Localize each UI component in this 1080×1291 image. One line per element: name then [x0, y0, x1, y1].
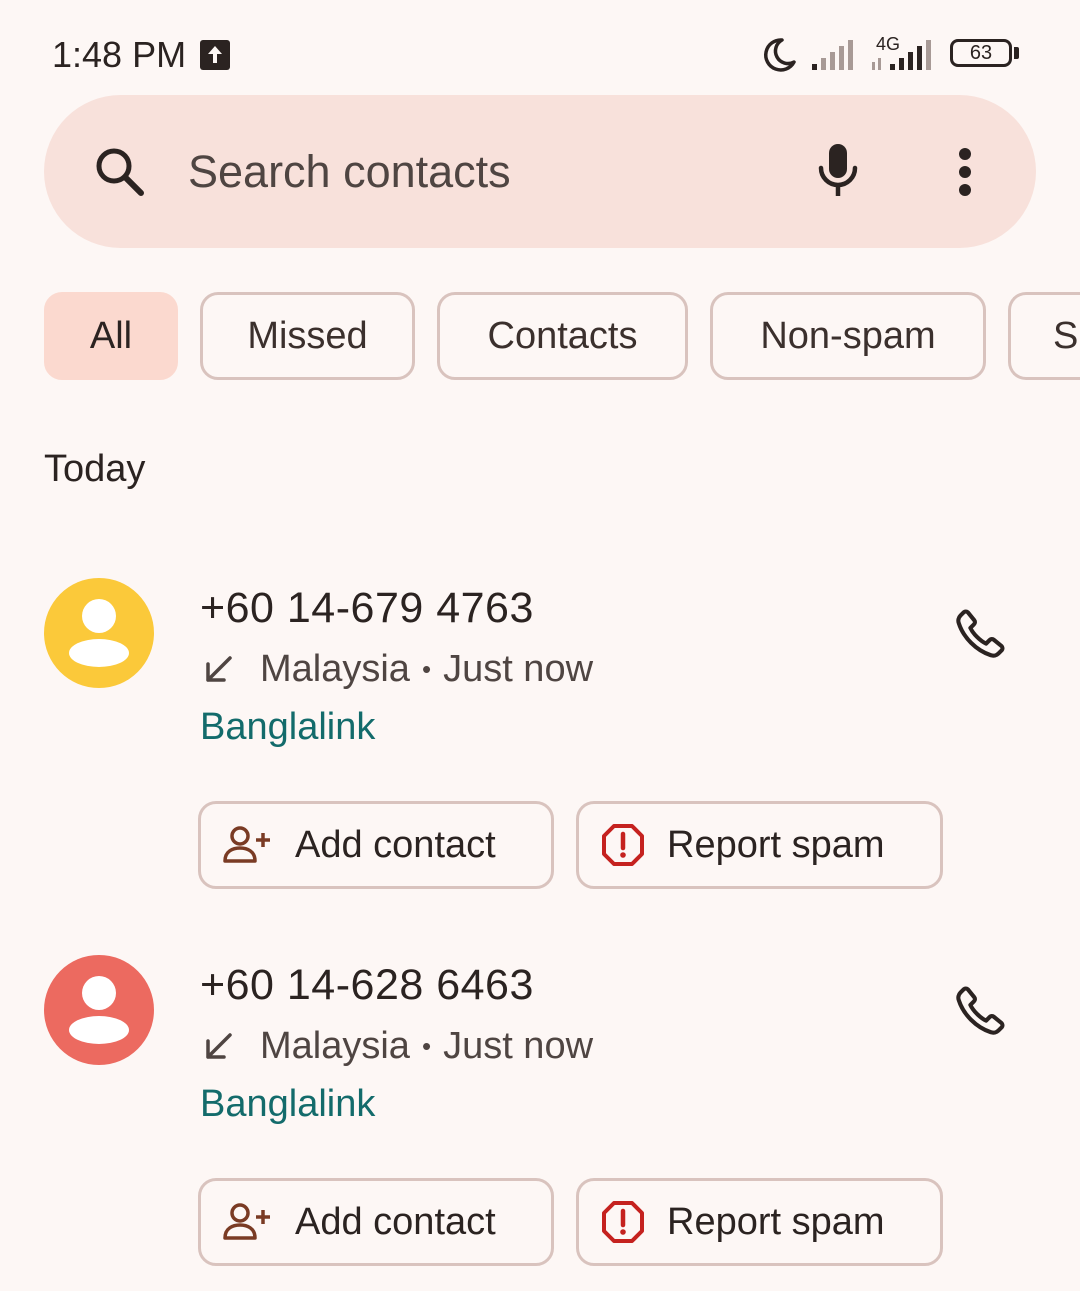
call-time: Just now — [443, 1025, 594, 1067]
report-spam-icon — [601, 823, 645, 867]
report-spam-button[interactable]: Report spam — [576, 1178, 943, 1266]
status-time: 1:48 PM — [52, 34, 187, 75]
add-person-icon — [223, 1202, 273, 1242]
filter-chip-non-spam[interactable]: Non-spam — [710, 292, 986, 380]
call-number: +60 14-628 6463 — [200, 961, 534, 1009]
battery-indicator: 63 — [950, 39, 1012, 67]
report-spam-label: Report spam — [667, 823, 885, 866]
add-contact-button[interactable]: Add contact — [198, 1178, 554, 1266]
incoming-call-icon — [200, 652, 236, 688]
upload-notification-icon — [200, 40, 230, 70]
more-options-icon[interactable] — [952, 148, 978, 201]
add-contact-button[interactable]: Add contact — [198, 801, 554, 889]
call-location: Malaysia — [260, 1025, 410, 1067]
phone-call-icon[interactable] — [952, 604, 1010, 667]
report-spam-button[interactable]: Report spam — [576, 801, 943, 889]
call-meta: Malaysia • Just now — [200, 648, 593, 691]
phone-call-icon[interactable] — [952, 981, 1010, 1044]
add-person-icon — [223, 825, 273, 865]
search-input[interactable]: Search contacts — [188, 146, 511, 198]
filter-chip-contacts[interactable]: Contacts — [437, 292, 688, 380]
call-location: Malaysia — [260, 648, 410, 690]
battery-tip — [1014, 47, 1019, 59]
avatar[interactable] — [44, 578, 154, 688]
call-carrier: Banglalink — [200, 1083, 376, 1125]
add-contact-label: Add contact — [295, 1200, 496, 1243]
avatar[interactable] — [44, 955, 154, 1065]
meta-separator: • — [421, 654, 432, 684]
search-icon — [92, 144, 148, 205]
add-contact-label: Add contact — [295, 823, 496, 866]
meta-separator: • — [421, 1031, 432, 1061]
call-time: Just now — [443, 648, 594, 690]
report-spam-icon — [601, 1200, 645, 1244]
do-not-disturb-icon — [760, 36, 798, 79]
filter-chip-spam[interactable]: Sp — [1008, 292, 1080, 380]
call-number: +60 14-679 4763 — [200, 584, 534, 632]
call-carrier: Banglalink — [200, 706, 376, 748]
incoming-call-icon — [200, 1029, 236, 1065]
call-meta: Malaysia • Just now — [200, 1025, 593, 1068]
filter-chip-spam-label: Sp — [1053, 314, 1080, 357]
filter-chip-all[interactable]: All — [44, 292, 178, 380]
microphone-icon[interactable] — [812, 140, 864, 207]
battery-level: 63 — [969, 41, 993, 64]
report-spam-label: Report spam — [667, 1200, 885, 1243]
signal-icon — [810, 38, 860, 77]
filter-chip-missed[interactable]: Missed — [200, 292, 415, 380]
section-header-today: Today — [44, 448, 146, 490]
